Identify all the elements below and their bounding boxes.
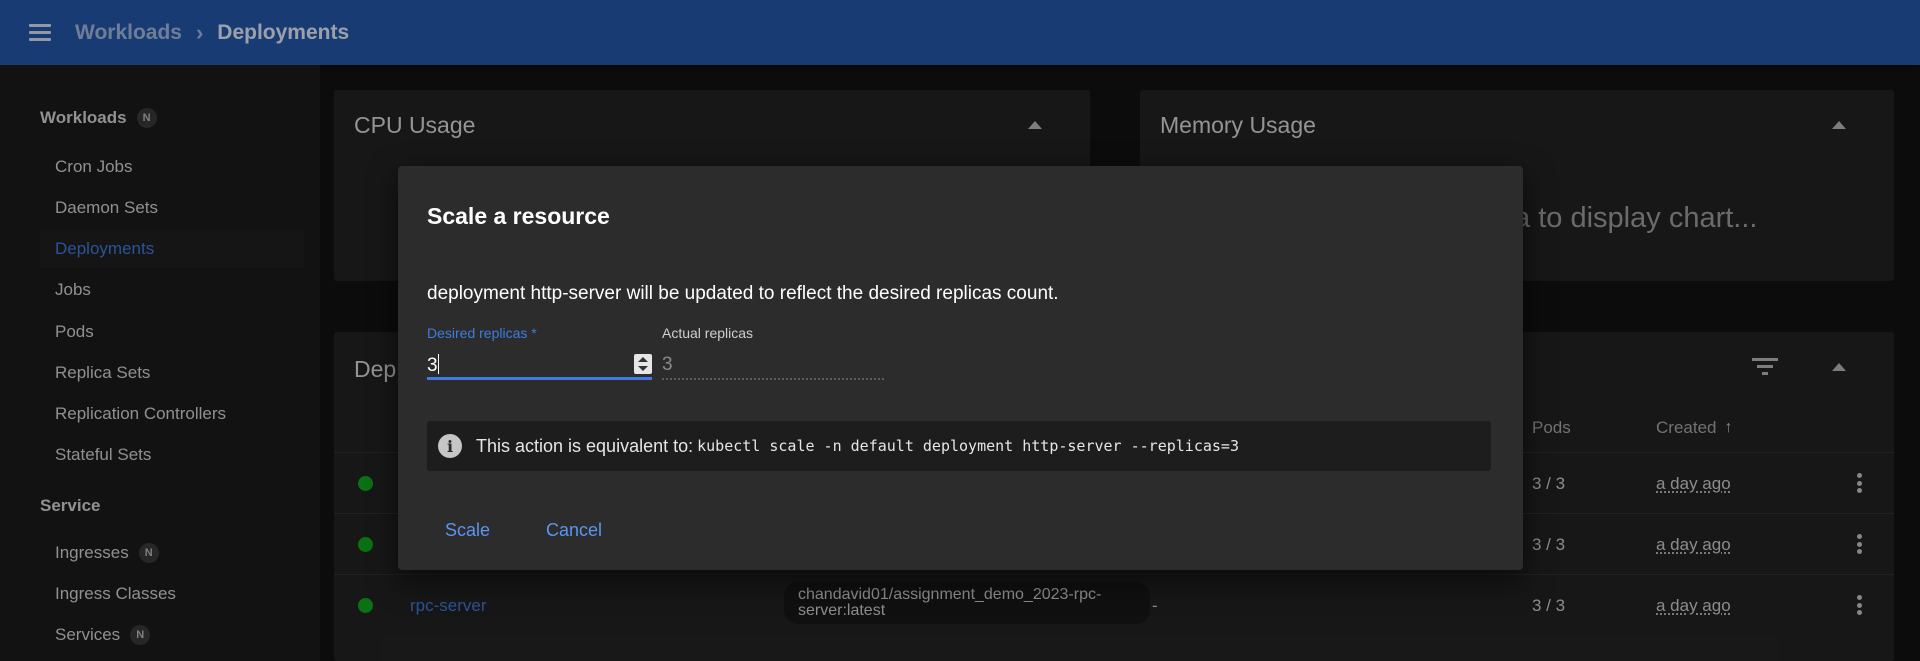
actual-replicas-field: 3: [662, 346, 884, 380]
info-box: i This action is equivalent to: kubectl …: [427, 421, 1491, 471]
kubectl-command: kubectl scale -n default deployment http…: [697, 437, 1239, 455]
scale-dialog: Scale a resource deployment http-server …: [398, 166, 1523, 570]
text-cursor: [437, 354, 439, 374]
cancel-button[interactable]: Cancel: [528, 514, 620, 547]
desired-replicas-input[interactable]: 3: [427, 346, 652, 380]
dialog-title: Scale a resource: [427, 203, 610, 229]
info-icon: i: [438, 434, 462, 458]
scale-button[interactable]: Scale: [427, 514, 508, 547]
info-text: This action is equivalent to:: [476, 435, 694, 456]
spinner-icon[interactable]: [634, 354, 652, 374]
desired-replicas-value: 3: [427, 355, 438, 376]
dialog-message: deployment http-server will be updated t…: [427, 283, 1059, 304]
actual-replicas-value: 3: [662, 354, 673, 375]
actual-replicas-label: Actual replicas: [662, 325, 754, 341]
desired-replicas-label: Desired replicas *: [427, 325, 537, 341]
